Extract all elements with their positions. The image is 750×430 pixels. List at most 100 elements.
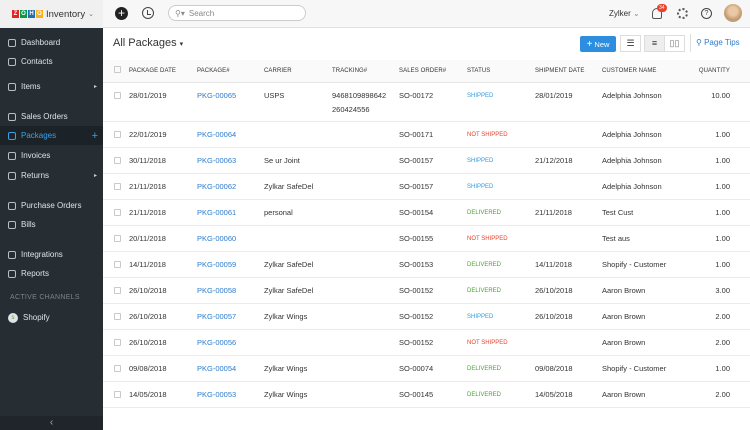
column-header[interactable]: PACKAGE DATE bbox=[129, 60, 197, 83]
new-button[interactable]: + New bbox=[580, 36, 616, 52]
sidebar-item-integrations[interactable]: Integrations bbox=[0, 245, 103, 264]
sidebar-item-contacts[interactable]: Contacts bbox=[0, 52, 103, 71]
chevron-right-icon[interactable]: ▸ bbox=[94, 172, 97, 179]
menu-button[interactable]: ☰ bbox=[620, 35, 641, 52]
row-checkbox[interactable] bbox=[114, 364, 121, 372]
column-header[interactable]: CARRIER bbox=[264, 60, 332, 83]
sidebar-item-sales-orders[interactable]: Sales Orders bbox=[0, 107, 103, 126]
sidebar-item-dashboard[interactable]: Dashboard bbox=[0, 33, 103, 52]
tracking-number bbox=[332, 251, 399, 278]
recent-history-icon[interactable] bbox=[142, 7, 154, 19]
gear-icon[interactable] bbox=[677, 8, 688, 19]
row-checkbox[interactable] bbox=[114, 91, 121, 99]
app-switcher[interactable]: ZOHO Inventory ⌄ bbox=[0, 0, 103, 28]
package-number-link[interactable]: PKG-00054 bbox=[197, 355, 264, 382]
sidebar-item-returns[interactable]: Returns ▸ bbox=[0, 166, 103, 185]
row-checkbox[interactable] bbox=[114, 156, 121, 164]
sales-order: SO-00152 bbox=[399, 329, 467, 356]
table-row[interactable]: 30/11/2018 PKG-00063 Se ur Joint SO-00157 SH… bbox=[103, 147, 750, 174]
shipment-date: 14/11/2018 bbox=[535, 251, 602, 278]
sidebar-item-items[interactable]: Items ▸ bbox=[0, 77, 103, 96]
table-row[interactable]: 14/05/2018 PKG-00053 Zylkar Wings SO-00145 D… bbox=[103, 381, 750, 408]
carrier: Zylkar Wings bbox=[264, 381, 332, 408]
row-checkbox[interactable] bbox=[114, 260, 121, 268]
column-header[interactable]: PACKAGE# bbox=[197, 60, 264, 83]
sidebar-item-reports[interactable]: Reports bbox=[0, 264, 103, 283]
package-number-link[interactable]: PKG-00060 bbox=[197, 225, 264, 252]
package-number-link[interactable]: PKG-00056 bbox=[197, 329, 264, 356]
package-number-link[interactable]: PKG-00057 bbox=[197, 303, 264, 330]
customer-name: Aaron Brown bbox=[602, 329, 672, 356]
sidebar-item-bills[interactable]: Bills bbox=[0, 215, 103, 234]
view-selector[interactable]: All Packages ▾ bbox=[113, 37, 183, 49]
row-checkbox[interactable] bbox=[114, 338, 121, 346]
package-number-link[interactable]: PKG-00053 bbox=[197, 381, 264, 408]
customer-name: Test aus bbox=[602, 225, 672, 252]
table-row[interactable]: 22/01/2019 PKG-00064 SO-00171 NOT SHIPPED Ad… bbox=[103, 121, 750, 148]
cart-icon bbox=[8, 112, 16, 121]
column-header[interactable]: CUSTOMER NAME bbox=[602, 60, 672, 83]
sidebar-item-invoices[interactable]: Invoices bbox=[0, 146, 103, 165]
package-number-link[interactable]: PKG-00063 bbox=[197, 147, 264, 174]
package-number-link[interactable]: PKG-00065 bbox=[197, 82, 264, 122]
search-input[interactable]: ⚲▾ Search bbox=[168, 5, 306, 21]
tracking-number bbox=[332, 329, 399, 356]
avatar[interactable] bbox=[724, 4, 742, 22]
column-header[interactable]: SHIPMENT DATE bbox=[535, 60, 602, 83]
table-row[interactable]: 14/11/2018 PKG-00059 Zylkar SafeDel SO-0015… bbox=[103, 251, 750, 278]
row-checkbox[interactable] bbox=[114, 390, 121, 398]
shipment-date: 09/08/2018 bbox=[535, 355, 602, 382]
customer-name: Adelphia Johnson bbox=[602, 82, 672, 122]
table-row[interactable]: 26/10/2018 PKG-00057 Zylkar Wings SO-00152 S… bbox=[103, 303, 750, 330]
page-tips-link[interactable]: ⚲ Page Tips bbox=[696, 38, 740, 47]
table-header: PACKAGE DATE PACKAGE# CARRIER TRACKING# SALE… bbox=[103, 60, 750, 83]
table-row[interactable]: 21/11/2018 PKG-00061 personal SO-00154 DELIV… bbox=[103, 199, 750, 226]
quantity: 2.00 bbox=[672, 329, 750, 356]
column-header[interactable]: STATUS bbox=[467, 60, 535, 83]
package-number-link[interactable]: PKG-00062 bbox=[197, 173, 264, 200]
sidebar-item-label: Sales Orders bbox=[21, 112, 68, 121]
row-checkbox[interactable] bbox=[114, 130, 121, 138]
table-row[interactable]: 28/01/2019 PKG-00065 USPS 9468109898642 260… bbox=[103, 82, 750, 122]
row-checkbox[interactable] bbox=[114, 234, 121, 242]
status-badge: SHIPPED bbox=[467, 173, 535, 200]
quick-create-icon[interactable]: + bbox=[115, 7, 128, 20]
home-icon bbox=[8, 38, 16, 47]
table-row[interactable]: 20/11/2018 PKG-00060 SO-00155 NOT SHIPPED Te… bbox=[103, 225, 750, 252]
sidebar-item-label: Invoices bbox=[21, 151, 51, 160]
grid-view-button[interactable]: ▯▯ bbox=[664, 35, 685, 52]
package-number-link[interactable]: PKG-00061 bbox=[197, 199, 264, 226]
row-checkbox[interactable] bbox=[114, 182, 121, 190]
package-date: 28/01/2019 bbox=[129, 82, 197, 122]
tracking-number bbox=[332, 225, 399, 252]
carrier bbox=[264, 329, 332, 356]
sidebar-item-packages[interactable]: Packages + bbox=[0, 126, 103, 145]
logo-letter: Z bbox=[12, 10, 19, 18]
help-icon[interactable]: ? bbox=[701, 8, 712, 19]
chevron-right-icon[interactable]: ▸ bbox=[94, 83, 97, 90]
collapse-sidebar-button[interactable]: ‹ bbox=[0, 416, 103, 430]
sidebar-item-purchase-orders[interactable]: Purchase Orders bbox=[0, 196, 103, 215]
column-header[interactable]: TRACKING# bbox=[332, 60, 399, 83]
table-row[interactable]: 09/08/2018 PKG-00054 Zylkar Wings SO-00074 D… bbox=[103, 355, 750, 382]
row-checkbox[interactable] bbox=[114, 286, 121, 294]
org-name: Zylker bbox=[609, 9, 631, 18]
package-number-link[interactable]: PKG-00064 bbox=[197, 121, 264, 148]
table-row[interactable]: 26/10/2018 PKG-00058 Zylkar SafeDel SO-0015… bbox=[103, 277, 750, 304]
package-number-link[interactable]: PKG-00058 bbox=[197, 277, 264, 304]
table-row[interactable]: 21/11/2018 PKG-00062 Zylkar SafeDel SO-0015… bbox=[103, 173, 750, 200]
column-header[interactable]: QUANTITY bbox=[672, 60, 750, 83]
select-all-checkbox[interactable] bbox=[114, 66, 121, 74]
shipment-date bbox=[535, 329, 602, 356]
row-checkbox[interactable] bbox=[114, 312, 121, 320]
package-icon bbox=[8, 131, 16, 140]
row-checkbox[interactable] bbox=[114, 208, 121, 216]
sidebar-item-shopify[interactable]: s Shopify bbox=[0, 308, 103, 327]
sales-order: SO-00171 bbox=[399, 121, 467, 148]
table-row[interactable]: 26/10/2018 PKG-00056 SO-00152 NOT SHIPPED Aa… bbox=[103, 329, 750, 356]
org-switcher[interactable]: Zylker ⌄ bbox=[609, 9, 640, 18]
list-view-button[interactable]: ≡ bbox=[644, 35, 665, 52]
add-package-icon[interactable]: + bbox=[92, 130, 98, 142]
package-number-link[interactable]: PKG-00059 bbox=[197, 251, 264, 278]
column-header[interactable]: SALES ORDER# bbox=[399, 60, 467, 83]
